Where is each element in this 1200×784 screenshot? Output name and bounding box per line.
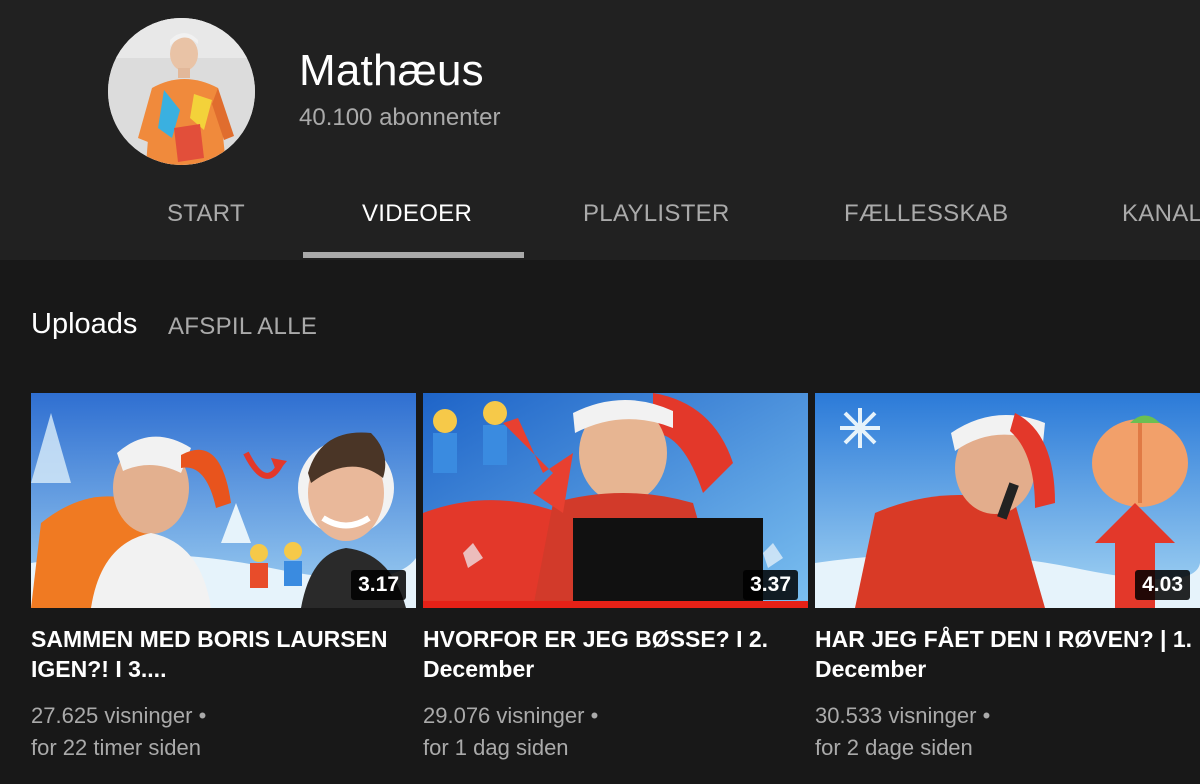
upload-age: for 1 dag siden	[423, 735, 569, 760]
tab-channels[interactable]: KANALER	[1122, 200, 1200, 228]
video-card[interactable]: 3.17 SAMMEN MED BORIS LAURSEN IGEN?! I 3…	[31, 393, 416, 764]
channel-avatar[interactable]	[108, 18, 255, 165]
section-title: Uploads	[31, 308, 138, 340]
view-count: 29.076 visninger	[423, 703, 585, 728]
video-title[interactable]: HAR JEG FÅET DEN I RØVEN? | 1. December	[815, 624, 1200, 684]
video-title[interactable]: HVORFOR ER JEG BØSSE? I 2. December	[423, 624, 808, 684]
tab-community[interactable]: FÆLLESSKAB	[844, 200, 1008, 228]
active-tab-indicator	[303, 252, 524, 258]
upload-age: for 2 dage siden	[815, 735, 973, 760]
video-duration: 3.37	[743, 570, 798, 600]
video-metadata: 27.625 visninger • for 22 timer siden	[31, 700, 416, 764]
video-metadata: 30.533 visninger • for 2 dage siden	[815, 700, 1200, 764]
play-all-button[interactable]: AFSPIL ALLE	[168, 313, 317, 341]
tab-videos[interactable]: VIDEOER	[362, 200, 472, 228]
channel-header: Mathæus 40.100 abonnenter START VIDEOER …	[0, 0, 1200, 260]
tab-start[interactable]: START	[167, 200, 245, 228]
video-duration: 4.03	[1135, 570, 1190, 600]
video-metadata: 29.076 visninger • for 1 dag siden	[423, 700, 808, 764]
video-thumbnail[interactable]: 4.03	[815, 393, 1200, 608]
video-title[interactable]: SAMMEN MED BORIS LAURSEN IGEN?! I 3....	[31, 624, 416, 684]
avatar-image	[108, 18, 255, 165]
channel-name: Mathæus	[299, 46, 484, 95]
view-count: 30.533 visninger	[815, 703, 977, 728]
tab-playlists[interactable]: PLAYLISTER	[583, 200, 730, 228]
view-count: 27.625 visninger	[31, 703, 193, 728]
video-duration: 3.17	[351, 570, 406, 600]
video-thumbnail[interactable]: 3.17	[31, 393, 416, 608]
channel-tabs: START VIDEOER PLAYLISTER FÆLLESSKAB KANA…	[0, 170, 1200, 260]
video-thumbnail[interactable]: 3.37	[423, 393, 808, 608]
video-card[interactable]: 3.37 HVORFOR ER JEG BØSSE? I 2. December…	[423, 393, 808, 764]
meta-separator: •	[590, 703, 599, 728]
video-card[interactable]: 4.03 HAR JEG FÅET DEN I RØVEN? | 1. Dece…	[815, 393, 1200, 764]
upload-age: for 22 timer siden	[31, 735, 201, 760]
meta-separator: •	[982, 703, 991, 728]
subscriber-count: 40.100 abonnenter	[299, 104, 501, 131]
watch-progress-bar	[423, 601, 808, 608]
meta-separator: •	[198, 703, 207, 728]
